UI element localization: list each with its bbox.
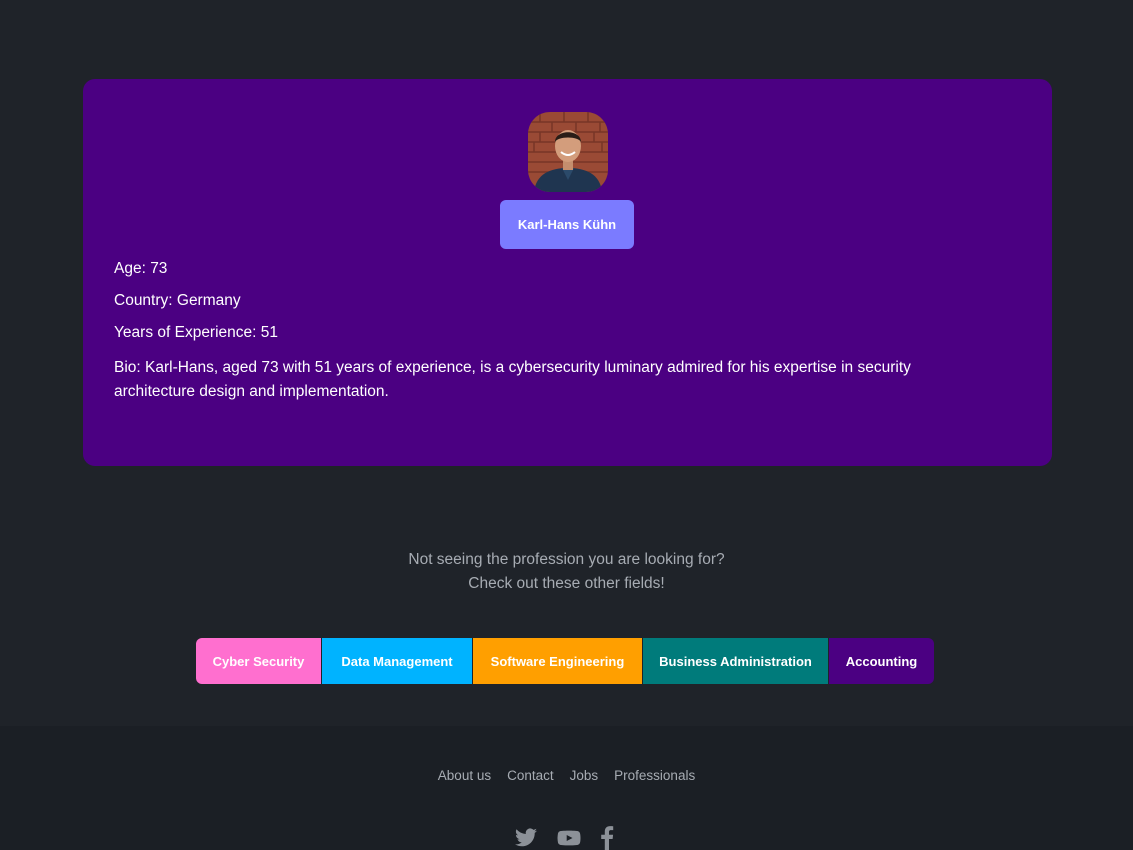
prompt-line-2: Check out these other fields! [468,575,665,592]
social-links [513,826,615,850]
field-button-accounting[interactable]: Accounting [828,638,934,684]
field-button-software-engineering[interactable]: Software Engineering [472,638,642,684]
country-text: Country: Germany [114,292,241,309]
footer-link-about-us[interactable]: About us [438,768,491,783]
profession-fields: Cyber Security Data Management Software … [196,638,934,684]
profile-name-button[interactable]: Karl-Hans Kühn [500,200,634,249]
facebook-icon[interactable] [599,826,615,850]
footer-link-jobs[interactable]: Jobs [570,768,599,783]
bio-text: Bio: Karl-Hans, aged 73 with 51 years of… [114,359,911,400]
prompt-line-1: Not seeing the profession you are lookin… [408,551,725,568]
profile-card: Karl-Hans Kühn Age: 73 Country: Germany … [83,79,1052,466]
youtube-icon[interactable] [556,826,582,850]
field-button-data-management[interactable]: Data Management [321,638,472,684]
footer: About us Contact Jobs Professionals [0,726,1133,850]
avatar [528,112,608,192]
age-text: Age: 73 [114,260,168,277]
experience-text: Years of Experience: 51 [114,324,279,341]
field-button-cyber-security[interactable]: Cyber Security [196,638,321,684]
footer-links: About us Contact Jobs Professionals [0,768,1133,783]
twitter-icon[interactable] [513,826,539,850]
avatar-photo [528,112,608,192]
field-button-business-administration[interactable]: Business Administration [642,638,828,684]
footer-link-contact[interactable]: Contact [507,768,554,783]
footer-link-professionals[interactable]: Professionals [614,768,695,783]
